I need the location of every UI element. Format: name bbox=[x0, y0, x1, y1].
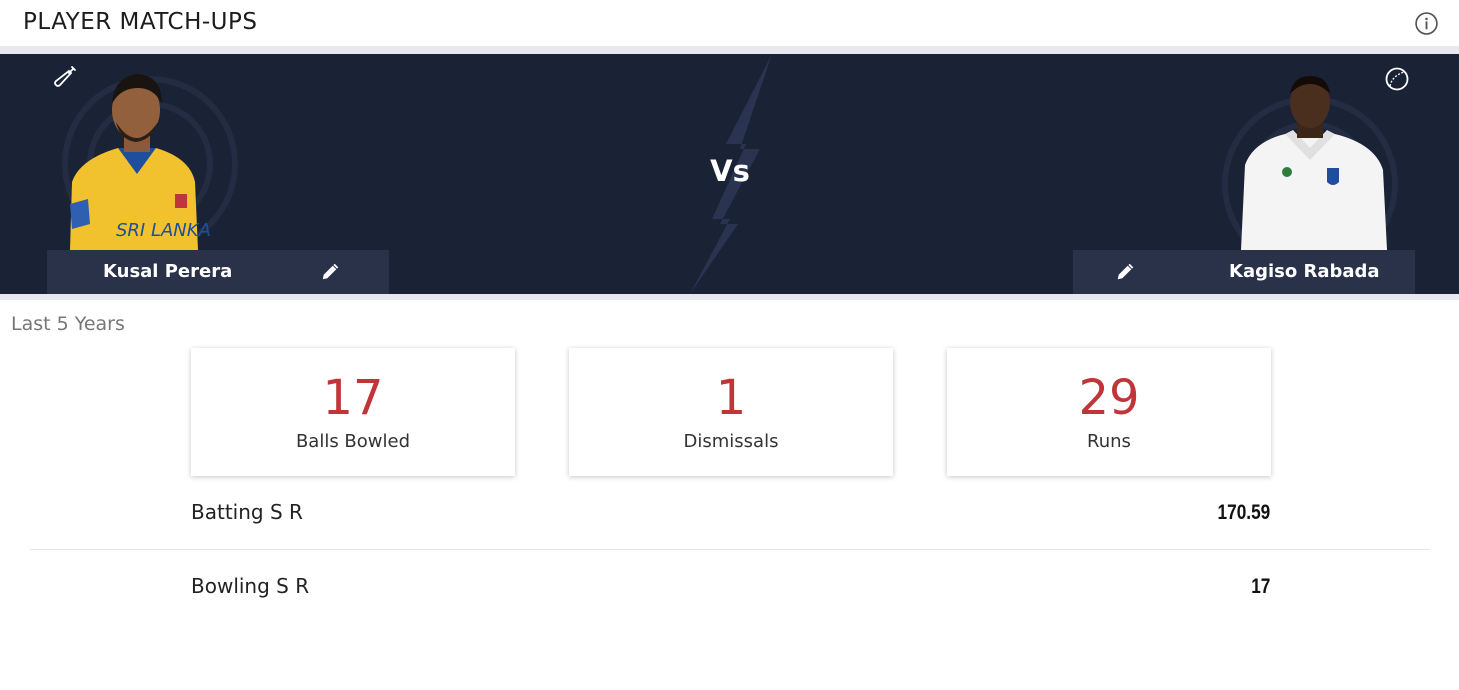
stat-label: Runs bbox=[1087, 431, 1131, 452]
stat-card-runs: 29 Runs bbox=[947, 348, 1271, 476]
bowling-sr-value: 17 bbox=[1250, 575, 1270, 598]
batting-sr-value: 170.59 bbox=[1217, 501, 1270, 524]
page-header: PLAYER MATCH-UPS bbox=[0, 0, 1459, 46]
stat-value: 29 bbox=[1078, 370, 1140, 426]
row-divider bbox=[30, 549, 1430, 550]
period-label: Last 5 Years bbox=[11, 313, 125, 335]
stat-card-balls-bowled: 17 Balls Bowled bbox=[191, 348, 515, 476]
divider bbox=[0, 46, 1459, 54]
batter-photo: SRI LANKA bbox=[70, 74, 211, 250]
stat-value: 17 bbox=[322, 370, 384, 426]
batter-name: Kusal Perera bbox=[103, 261, 233, 282]
stat-label: Dismissals bbox=[683, 431, 779, 452]
batter-name-box[interactable]: Kusal Perera bbox=[47, 250, 389, 294]
bowling-sr-label: Bowling S R bbox=[191, 574, 310, 598]
info-icon[interactable] bbox=[1414, 11, 1439, 36]
bowler-photo bbox=[1241, 76, 1387, 250]
page-title: PLAYER MATCH-UPS bbox=[23, 9, 258, 35]
divider bbox=[0, 294, 1459, 300]
bowler-name: Kagiso Rabada bbox=[1229, 261, 1380, 282]
jersey-text: SRI LANKA bbox=[116, 220, 211, 241]
bowler-name-box[interactable]: Kagiso Rabada bbox=[1073, 250, 1415, 294]
matchup-banner: SRI LANKA Vs Kusal Perera Kagiso Rabada bbox=[0, 54, 1459, 294]
stat-card-dismissals: 1 Dismissals bbox=[569, 348, 893, 476]
batting-sr-label: Batting S R bbox=[191, 500, 303, 524]
pencil-icon[interactable] bbox=[1116, 263, 1134, 281]
vs-label: Vs bbox=[710, 154, 750, 188]
pencil-icon[interactable] bbox=[321, 263, 339, 281]
stat-label: Balls Bowled bbox=[295, 431, 411, 452]
stat-value: 1 bbox=[715, 370, 747, 426]
